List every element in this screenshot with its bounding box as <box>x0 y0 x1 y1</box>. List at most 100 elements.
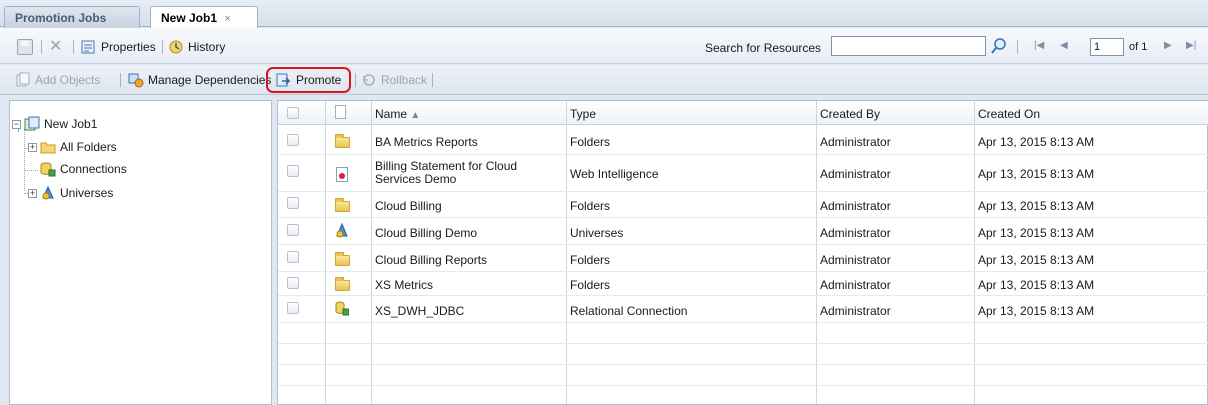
universe-icon <box>40 185 56 201</box>
empty-row <box>278 386 1208 405</box>
cell-created-by: Administrator <box>820 253 891 267</box>
row-checkbox[interactable] <box>287 277 299 289</box>
cell-created-by: Administrator <box>820 135 891 149</box>
connection-icon <box>335 301 350 316</box>
history-button[interactable]: History <box>168 38 225 56</box>
table-row[interactable]: Cloud Billing Reports Folders Administra… <box>278 245 1208 272</box>
add-objects-button[interactable]: Add Objects <box>15 71 100 89</box>
column-header-created-by[interactable]: Created By <box>820 107 880 121</box>
expand-icon[interactable]: + <box>28 188 37 198</box>
expand-icon[interactable]: + <box>28 142 37 152</box>
rollback-icon <box>361 72 377 88</box>
row-checkbox[interactable] <box>287 251 299 263</box>
save-button[interactable] <box>17 38 37 56</box>
universe-icon <box>335 222 349 238</box>
history-icon <box>168 39 184 55</box>
folder-icon <box>335 134 350 148</box>
cell-created-on: Apr 13, 2015 8:13 AM <box>978 167 1095 181</box>
table-row[interactable]: Billing Statement for Cloud Services Dem… <box>278 155 1208 192</box>
page-number-input[interactable]: 1 <box>1090 38 1124 56</box>
cell-created-by: Administrator <box>820 304 891 318</box>
cell-created-on: Apr 13, 2015 8:13 AM <box>978 199 1095 213</box>
tree-item-all-folders[interactable]: + All Folders <box>28 139 117 155</box>
cell-type: Folders <box>570 135 611 149</box>
connection-icon <box>40 161 56 177</box>
save-icon <box>17 39 33 55</box>
tree-item-label: Universes <box>60 186 114 200</box>
tab-label: New Job1 <box>161 11 218 25</box>
tree-root-new-job1[interactable]: − New Job1 <box>12 116 97 132</box>
last-page-icon[interactable]: ▶| <box>1186 40 1196 51</box>
tab-new-job1[interactable]: New Job1 × <box>150 6 258 29</box>
empty-row <box>278 323 1208 344</box>
row-checkbox[interactable] <box>287 165 299 177</box>
webi-doc-icon <box>336 167 348 182</box>
select-all-checkbox[interactable] <box>287 107 299 119</box>
history-label: History <box>188 40 226 54</box>
column-header-created-on[interactable]: Created On <box>978 107 1040 121</box>
tree-item-label: All Folders <box>60 140 117 154</box>
delete-icon: ✕ <box>49 38 63 55</box>
cell-name: XS_DWH_JDBC <box>375 304 465 318</box>
row-checkbox[interactable] <box>287 197 299 209</box>
folder-icon <box>335 198 350 212</box>
manage-dependencies-button[interactable]: Manage Dependencies <box>128 71 271 89</box>
manage-dependencies-label: Manage Dependencies <box>148 73 272 87</box>
table-row[interactable]: XS_DWH_JDBC Relational Connection Admini… <box>278 296 1208 323</box>
table-row[interactable]: BA Metrics Reports Folders Administrator… <box>278 126 1208 155</box>
empty-row <box>278 365 1208 386</box>
cell-created-by: Administrator <box>820 167 891 181</box>
cell-created-on: Apr 13, 2015 8:13 AM <box>978 226 1095 240</box>
tab-promotion-jobs[interactable]: Promotion Jobs <box>4 6 140 28</box>
row-checkbox[interactable] <box>287 224 299 236</box>
search-icon[interactable] <box>990 37 1008 55</box>
cell-created-by: Administrator <box>820 278 891 292</box>
sort-ascending-icon: ▲ <box>410 110 421 121</box>
folder-icon <box>335 277 350 291</box>
cell-type: Relational Connection <box>570 304 688 318</box>
manage-dependencies-icon <box>128 72 144 88</box>
promote-highlight-annotation <box>266 67 351 93</box>
prev-page-icon[interactable]: ◀ <box>1060 40 1068 51</box>
table-row[interactable]: Cloud Billing Folders Administrator Apr … <box>278 192 1208 218</box>
close-icon[interactable]: × <box>224 13 230 25</box>
rollback-label: Rollback <box>381 73 428 87</box>
cell-type: Web Intelligence <box>570 167 659 181</box>
rollback-button[interactable]: Rollback <box>361 71 427 89</box>
table-row[interactable]: XS Metrics Folders Administrator Apr 13,… <box>278 272 1208 296</box>
cell-name: BA Metrics Reports <box>375 135 478 149</box>
add-objects-label: Add Objects <box>35 73 101 87</box>
tree-item-connections[interactable]: Connections <box>40 161 127 177</box>
search-label: Search for Resources <box>705 41 822 55</box>
row-checkbox[interactable] <box>287 302 299 314</box>
add-objects-icon <box>15 72 31 88</box>
cell-type: Folders <box>570 253 611 267</box>
cell-name: Billing Statement for Cloud Services Dem… <box>375 159 518 186</box>
delete-button[interactable]: ✕ <box>49 38 62 56</box>
tree-item-label: Connections <box>60 162 127 176</box>
column-header-name[interactable]: Name ▲ <box>375 107 420 121</box>
properties-label: Properties <box>101 40 156 54</box>
collapse-icon[interactable]: − <box>12 119 21 129</box>
tree-root-label: New Job1 <box>44 117 98 131</box>
tree-item-universes[interactable]: + Universes <box>28 185 113 201</box>
next-page-icon[interactable]: ▶ <box>1164 40 1172 51</box>
search-input[interactable] <box>831 36 986 56</box>
resource-grid: Name ▲ Type Created By Created On BA Met… <box>277 100 1208 405</box>
cell-created-by: Administrator <box>820 226 891 240</box>
cell-type: Folders <box>570 278 611 292</box>
folder-icon <box>335 252 350 266</box>
cell-created-on: Apr 13, 2015 8:13 AM <box>978 135 1095 149</box>
properties-button[interactable]: Properties <box>81 38 156 56</box>
cell-name: Cloud Billing Reports <box>375 253 488 267</box>
cell-name: Cloud Billing Demo <box>375 226 478 240</box>
column-header-type[interactable]: Type <box>570 107 596 121</box>
table-row[interactable]: Cloud Billing Demo Universes Administrat… <box>278 218 1208 245</box>
object-tree: − New Job1 + All Folders Connections + U… <box>9 100 272 405</box>
first-page-icon[interactable]: |◀ <box>1034 40 1044 51</box>
row-checkbox[interactable] <box>287 134 299 146</box>
empty-row <box>278 344 1208 365</box>
cell-created-on: Apr 13, 2015 8:13 AM <box>978 253 1095 267</box>
cell-created-on: Apr 13, 2015 8:13 AM <box>978 304 1095 318</box>
cell-type: Folders <box>570 199 611 213</box>
